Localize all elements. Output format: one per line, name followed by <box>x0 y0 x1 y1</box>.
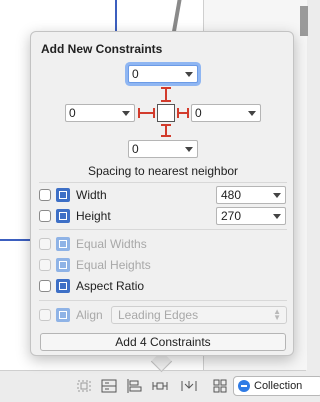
height-label: Height <box>76 209 111 223</box>
align-icon <box>56 308 70 322</box>
bottom-strut-cap <box>161 135 171 137</box>
align-select: Leading Edges ▲ ▼ <box>111 306 287 324</box>
chevron-down-icon[interactable] <box>248 111 256 116</box>
inspector-divider <box>300 6 308 36</box>
aspect-ratio-checkbox[interactable] <box>39 280 51 292</box>
equal-widths-row: Equal Widths <box>39 235 147 253</box>
width-value-field[interactable]: 480 <box>216 186 286 204</box>
equal-heights-row: Equal Heights <box>39 256 151 274</box>
resolve-auto-layout-icon[interactable] <box>181 379 197 393</box>
chevron-down-icon[interactable] <box>185 147 193 152</box>
width-constraint-icon <box>56 188 70 202</box>
align-icon[interactable] <box>126 379 142 393</box>
height-value-field[interactable]: 270 <box>216 207 286 225</box>
top-spacing-field[interactable]: 0 <box>128 65 198 83</box>
height-checkbox[interactable] <box>39 210 51 222</box>
grid-icon[interactable] <box>212 379 228 393</box>
add-constraints-popover: Add New Constraints 0 0 0 0 Spacing to n… <box>30 31 294 356</box>
top-strut-cap <box>161 100 171 102</box>
height-constraint-icon <box>56 209 70 223</box>
update-frames-icon[interactable] <box>76 379 92 393</box>
right-strut-cap <box>177 108 179 118</box>
equal-heights-checkbox <box>39 259 51 271</box>
left-spacing-value: 0 <box>69 106 76 120</box>
right-spacing-value: 0 <box>195 106 202 120</box>
bottom-spacing-value: 0 <box>132 142 139 156</box>
chevron-up-down-icon: ▲ ▼ <box>273 307 281 322</box>
align-row: Align <box>39 306 103 324</box>
chevron-down-icon[interactable] <box>122 111 130 116</box>
width-checkbox[interactable] <box>39 189 51 201</box>
constrained-view-box <box>157 104 175 122</box>
divider <box>39 229 287 230</box>
aspect-ratio-row[interactable]: Aspect Ratio <box>39 277 144 295</box>
spacing-label: Spacing to nearest neighbor <box>87 164 239 178</box>
right-spacing-field[interactable]: 0 <box>191 104 261 122</box>
equal-heights-icon <box>56 258 70 272</box>
bottom-strut-cap <box>161 124 171 126</box>
chevron-down-icon[interactable] <box>273 193 281 198</box>
add-constraints-button[interactable]: Add 4 Constraints <box>40 333 286 351</box>
left-spacing-field[interactable]: 0 <box>65 104 135 122</box>
align-label: Align <box>76 308 103 322</box>
width-value: 480 <box>221 188 242 202</box>
embed-in-stack-icon[interactable] <box>101 379 117 393</box>
width-row[interactable]: Width <box>39 186 107 204</box>
align-checkbox <box>39 309 51 321</box>
filter-icon <box>238 380 250 392</box>
width-label: Width <box>76 188 107 202</box>
align-selected-value: Leading Edges <box>118 308 199 322</box>
height-value: 270 <box>221 209 242 223</box>
popover-title: Add New Constraints <box>41 42 163 56</box>
equal-widths-label: Equal Widths <box>76 237 147 251</box>
right-strut-cap <box>187 108 189 118</box>
top-strut-cap <box>161 87 171 89</box>
chevron-down-icon[interactable] <box>273 214 281 219</box>
equal-widths-checkbox <box>39 238 51 250</box>
top-spacing-value: 0 <box>132 67 139 81</box>
add-new-constraints-icon[interactable] <box>152 379 168 393</box>
height-row[interactable]: Height <box>39 207 111 225</box>
aspect-ratio-label: Aspect Ratio <box>76 279 145 293</box>
object-library-filter[interactable]: Collection <box>233 376 320 396</box>
divider <box>39 300 287 301</box>
chevron-down-icon[interactable] <box>185 72 193 77</box>
left-strut-cap <box>153 108 155 118</box>
aspect-ratio-icon <box>56 279 70 293</box>
collection-label: Collection <box>254 380 303 392</box>
divider <box>39 182 287 183</box>
equal-widths-icon <box>56 237 70 251</box>
left-strut-cap <box>138 108 140 118</box>
bottom-spacing-field[interactable]: 0 <box>128 140 198 158</box>
equal-heights-label: Equal Heights <box>76 258 151 272</box>
